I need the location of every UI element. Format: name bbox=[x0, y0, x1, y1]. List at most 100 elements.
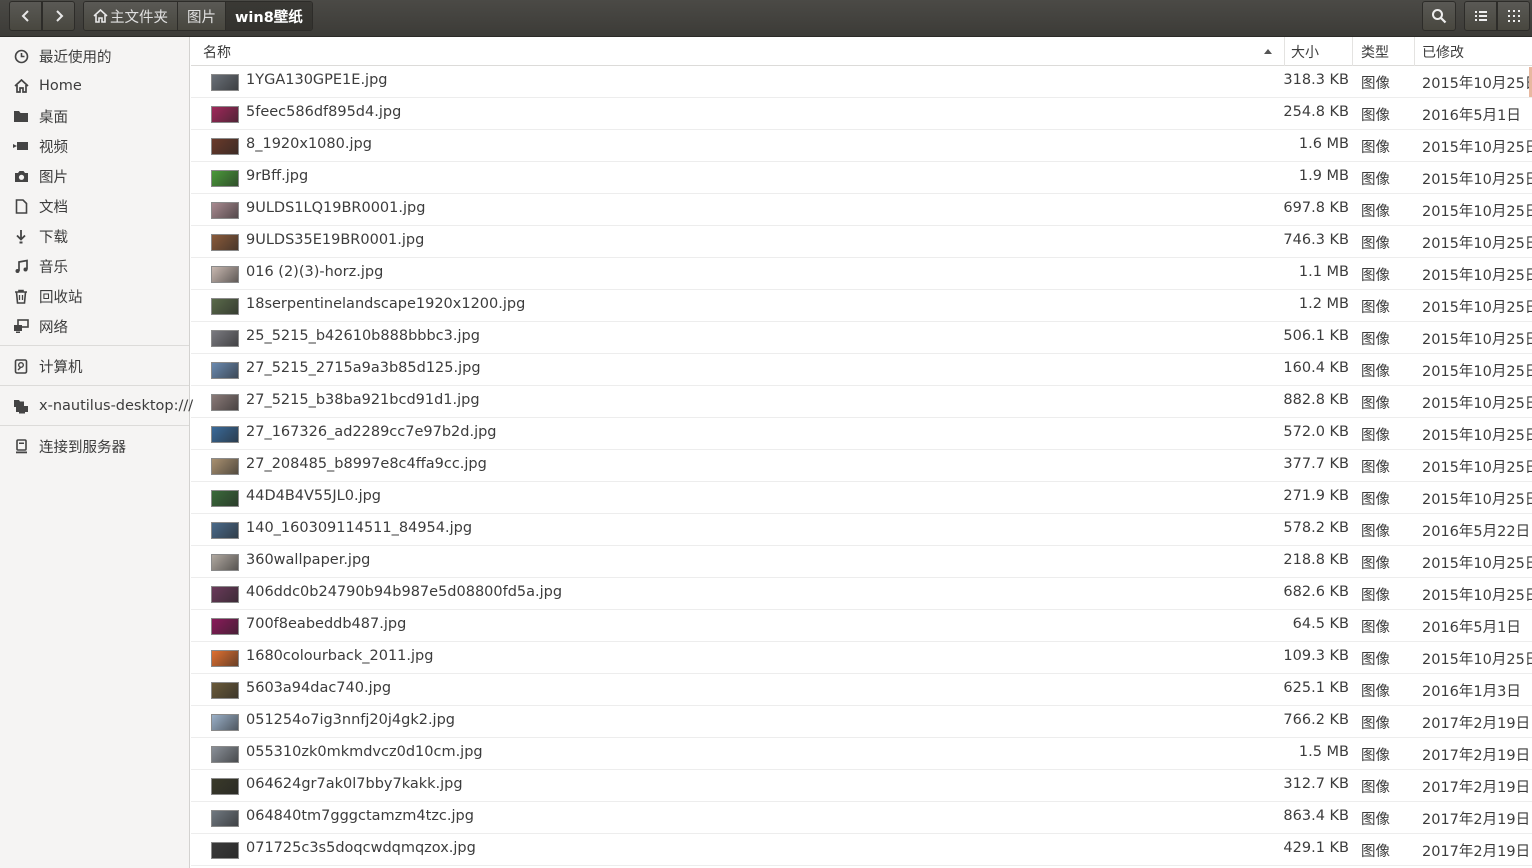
sidebar-item-network[interactable]: 网络 bbox=[0, 311, 189, 341]
file-size: 109.3 KB bbox=[1283, 648, 1349, 664]
file-modified: 2015年10月25日 bbox=[1422, 428, 1532, 444]
table-row[interactable]: 140_160309114511_84954.jpg 578.2 KB 图像 2016… bbox=[191, 514, 1532, 546]
image-thumbnail-icon bbox=[211, 522, 239, 539]
image-thumbnail-icon bbox=[211, 74, 239, 91]
column-divider bbox=[1414, 37, 1415, 66]
file-type: 图像 bbox=[1361, 428, 1390, 444]
file-name: 055310zk0mkmdvcz0d10cm.jpg bbox=[246, 744, 483, 760]
sidebar-item-music[interactable]: 音乐 bbox=[0, 251, 189, 281]
table-row[interactable]: 016 (2)(3)-horz.jpg 1.1 MB 图像 2015年10月25日 bbox=[191, 258, 1532, 290]
image-thumbnail-icon bbox=[211, 842, 239, 859]
sort-ascending-icon[interactable] bbox=[1263, 47, 1273, 55]
file-type: 图像 bbox=[1361, 748, 1390, 764]
column-modified-header[interactable]: 已修改 bbox=[1422, 42, 1464, 62]
table-row[interactable]: 9ULDS1LQ19BR0001.jpg 697.8 KB 图像 2015年10月25… bbox=[191, 194, 1532, 226]
table-row[interactable]: 44D4B4V55JL0.jpg 271.9 KB 图像 2015年10月25日 bbox=[191, 482, 1532, 514]
table-row[interactable]: 071725c3s5doqcwdqmqzox.jpg 429.1 KB 图像 2017… bbox=[191, 834, 1532, 866]
column-size-header[interactable]: 大小 bbox=[1291, 42, 1319, 62]
file-modified: 2015年10月25日 bbox=[1422, 268, 1532, 284]
table-row[interactable]: 9rBff.jpg 1.9 MB 图像 2015年10月25日 bbox=[191, 162, 1532, 194]
image-thumbnail-icon bbox=[211, 170, 239, 187]
file-type: 图像 bbox=[1361, 780, 1390, 796]
file-modified: 2015年10月25日 bbox=[1422, 204, 1532, 220]
sidebar-item-connect-server[interactable]: 连接到服务器 bbox=[0, 431, 189, 461]
file-name: 27_5215_b38ba921bcd91d1.jpg bbox=[246, 392, 480, 408]
table-row[interactable]: 1680colourback_2011.jpg 109.3 KB 图像 2015年10… bbox=[191, 642, 1532, 674]
back-button[interactable] bbox=[9, 1, 42, 31]
document-icon bbox=[13, 198, 29, 214]
file-name: 5603a94dac740.jpg bbox=[246, 680, 392, 696]
sidebar-item-videos[interactable]: 视频 bbox=[0, 131, 189, 161]
file-name: 44D4B4V55JL0.jpg bbox=[246, 488, 382, 504]
grid-view-icon bbox=[1507, 10, 1520, 22]
column-name-header[interactable]: 名称 bbox=[203, 42, 231, 62]
grid-view-button[interactable] bbox=[1497, 1, 1530, 31]
sidebar-item-label: Home bbox=[39, 78, 82, 94]
image-thumbnail-icon bbox=[211, 554, 239, 571]
table-row[interactable]: 064840tm7gggctamzm4tzc.jpg 863.4 KB 图像 2017… bbox=[191, 802, 1532, 834]
list-view-button[interactable] bbox=[1464, 1, 1497, 31]
list-view-icon bbox=[1474, 11, 1487, 21]
server-icon bbox=[13, 438, 29, 454]
file-size: 697.8 KB bbox=[1283, 200, 1349, 216]
table-row[interactable]: 9ULDS35E19BR0001.jpg 746.3 KB 图像 2015年10月25… bbox=[191, 226, 1532, 258]
sidebar-item-desktop[interactable]: 桌面 bbox=[0, 101, 189, 131]
table-row[interactable]: 700f8eabeddb487.jpg 64.5 KB 图像 2016年5月1日 bbox=[191, 610, 1532, 642]
sidebar-item-computer[interactable]: 计算机 bbox=[0, 351, 189, 381]
sidebar-item-trash[interactable]: 回收站 bbox=[0, 281, 189, 311]
file-type: 图像 bbox=[1361, 236, 1390, 252]
search-button[interactable] bbox=[1422, 1, 1456, 31]
table-row[interactable]: 1YGA130GPE1E.jpg 318.3 KB 图像 2015年10月25日 bbox=[191, 66, 1532, 98]
table-row[interactable]: 8_1920x1080.jpg 1.6 MB 图像 2015年10月25日 bbox=[191, 130, 1532, 162]
sidebar-item-nautilus-desktop[interactable]: x-nautilus-desktop:/// bbox=[0, 391, 193, 421]
file-modified: 2016年1月3日 bbox=[1422, 684, 1521, 700]
sidebar-item-label: 桌面 bbox=[39, 109, 68, 126]
table-row[interactable]: 27_5215_b38ba921bcd91d1.jpg 882.8 KB 图像 201… bbox=[191, 386, 1532, 418]
image-thumbnail-icon bbox=[211, 618, 239, 635]
file-name: 18serpentinelandscape1920x1200.jpg bbox=[246, 296, 526, 312]
table-row[interactable]: 5feec586df895d4.jpg 254.8 KB 图像 2016年5月1日 bbox=[191, 98, 1532, 130]
table-row[interactable]: 25_5215_b42610b888bbbc3.jpg 506.1 KB 图像 201… bbox=[191, 322, 1532, 354]
file-type: 图像 bbox=[1361, 652, 1390, 668]
table-row[interactable]: 064624gr7ak0l7bby7kakk.jpg 312.7 KB 图像 2017… bbox=[191, 770, 1532, 802]
file-name: 1680colourback_2011.jpg bbox=[246, 648, 434, 664]
file-modified: 2016年5月1日 bbox=[1422, 620, 1521, 636]
file-name: 9ULDS1LQ19BR0001.jpg bbox=[246, 200, 426, 216]
file-modified: 2016年5月1日 bbox=[1422, 108, 1521, 124]
sidebar-item-label: 连接到服务器 bbox=[39, 439, 126, 456]
file-name: 27_208485_b8997e8c4ffa9cc.jpg bbox=[246, 456, 487, 472]
file-size: 318.3 KB bbox=[1283, 72, 1349, 88]
file-size: 506.1 KB bbox=[1283, 328, 1349, 344]
forward-button[interactable] bbox=[42, 1, 75, 31]
table-row[interactable]: 18serpentinelandscape1920x1200.jpg 1.2 MB… bbox=[191, 290, 1532, 322]
table-row[interactable]: 27_167326_ad2289cc7e97b2d.jpg 572.0 KB 图像 2… bbox=[191, 418, 1532, 450]
table-row[interactable]: 360wallpaper.jpg 218.8 KB 图像 2015年10月25日 bbox=[191, 546, 1532, 578]
sidebar-item-home[interactable]: Home bbox=[0, 71, 189, 101]
crumb-current[interactable]: win8壁纸 bbox=[226, 2, 312, 30]
crumb-home[interactable]: 主文件夹 bbox=[84, 2, 178, 30]
file-modified: 2017年2月19日 bbox=[1422, 748, 1531, 764]
table-row[interactable]: 27_5215_2715a9a3b85d125.jpg 160.4 KB 图像 201… bbox=[191, 354, 1532, 386]
table-row[interactable]: 051254o7ig3nnfj20j4gk2.jpg 766.2 KB 图像 2017… bbox=[191, 706, 1532, 738]
image-thumbnail-icon bbox=[211, 234, 239, 251]
sidebar-item-pictures[interactable]: 图片 bbox=[0, 161, 189, 191]
sidebar-item-downloads[interactable]: 下载 bbox=[0, 221, 189, 251]
image-thumbnail-icon bbox=[211, 202, 239, 219]
table-row[interactable]: 406ddc0b24790b94b987e5d08800fd5a.jpg 682.… bbox=[191, 578, 1532, 610]
table-row[interactable]: 055310zk0mkmdvcz0d10cm.jpg 1.5 MB 图像 2017年2… bbox=[191, 738, 1532, 770]
table-row[interactable]: 27_208485_b8997e8c4ffa9cc.jpg 377.7 KB 图像 2… bbox=[191, 450, 1532, 482]
file-size: 1.2 MB bbox=[1298, 296, 1349, 312]
file-size: 254.8 KB bbox=[1283, 104, 1349, 120]
sidebar-item-label: 视频 bbox=[39, 139, 68, 156]
crumb-pictures[interactable]: 图片 bbox=[178, 2, 226, 30]
sidebar-item-documents[interactable]: 文档 bbox=[0, 191, 189, 221]
file-size: 766.2 KB bbox=[1283, 712, 1349, 728]
image-thumbnail-icon bbox=[211, 362, 239, 379]
table-row[interactable]: 5603a94dac740.jpg 625.1 KB 图像 2016年1月3日 bbox=[191, 674, 1532, 706]
image-thumbnail-icon bbox=[211, 586, 239, 603]
sidebar-item-label: 计算机 bbox=[39, 359, 83, 376]
recent-icon bbox=[13, 48, 29, 64]
column-type-header[interactable]: 类型 bbox=[1361, 42, 1389, 62]
header-bar: 主文件夹 图片 win8壁纸 bbox=[0, 0, 1532, 37]
sidebar-item-recent[interactable]: 最近使用的 bbox=[0, 41, 189, 71]
